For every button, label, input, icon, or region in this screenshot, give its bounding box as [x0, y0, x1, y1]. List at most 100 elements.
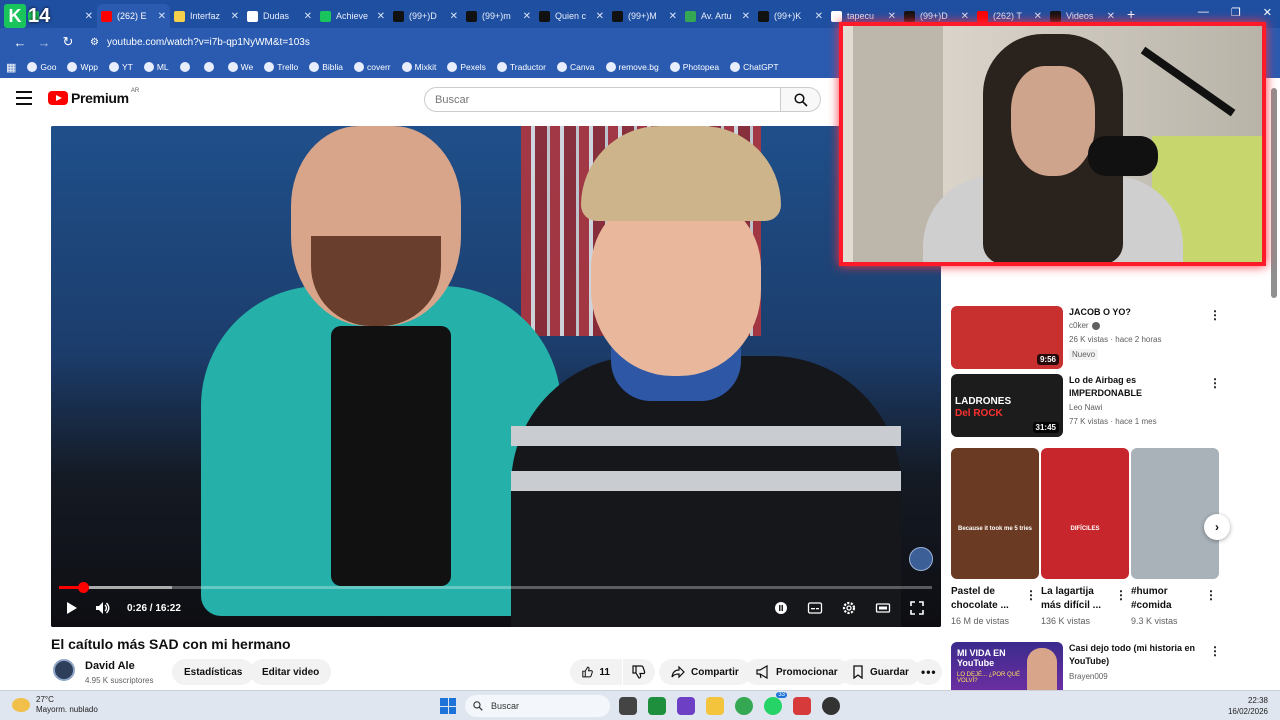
- browser-tab[interactable]: (99+)M ✕: [608, 4, 681, 28]
- tab-close-icon[interactable]: ✕: [523, 11, 531, 22]
- tab-close-icon[interactable]: ✕: [1034, 11, 1042, 22]
- new-tab-button[interactable]: +: [1127, 6, 1135, 22]
- bookmark-item[interactable]: We: [227, 62, 253, 72]
- tab-close-icon[interactable]: ✕: [596, 11, 604, 22]
- recommendation-item[interactable]: LADRONES Del ROCK 31:45 Lo de Airbag es IMP…: [951, 374, 1251, 440]
- more-vertical-icon[interactable]: ⋮: [1205, 588, 1217, 602]
- tab-close-icon[interactable]: ✕: [669, 11, 677, 22]
- bookmark-item[interactable]: coverr: [354, 62, 391, 72]
- browser-tab[interactable]: (99+)m ✕: [462, 4, 535, 28]
- bookmark-item[interactable]: Biblia: [309, 62, 343, 72]
- chrome-icon[interactable]: [735, 697, 753, 715]
- tab-close-icon[interactable]: ✕: [450, 11, 458, 22]
- bookmark-item[interactable]: Trello: [264, 62, 298, 72]
- maximize-icon[interactable]: ❐: [1231, 6, 1241, 19]
- file-explorer-icon[interactable]: [706, 697, 724, 715]
- more-actions-button[interactable]: •••: [914, 659, 942, 685]
- promote-button[interactable]: Promocionar: [744, 659, 850, 685]
- tab-close-icon[interactable]: ✕: [742, 11, 750, 22]
- bookmark-item[interactable]: [179, 62, 193, 72]
- channel-watermark[interactable]: [909, 547, 933, 571]
- more-vertical-icon[interactable]: ⋮: [1209, 644, 1221, 658]
- dislike-button[interactable]: [623, 659, 655, 685]
- xbox-icon[interactable]: [648, 697, 666, 715]
- hamburger-menu-icon[interactable]: [16, 91, 32, 105]
- volume-icon[interactable]: [95, 600, 111, 616]
- channel-name[interactable]: David Ale: [85, 660, 135, 672]
- tab-close-icon[interactable]: ✕: [1107, 11, 1115, 22]
- stats-button[interactable]: Estadísticas: [172, 659, 255, 685]
- tab-close-icon[interactable]: ✕: [85, 11, 93, 22]
- short-item[interactable]: Because it took me 5 tries Pastel de choc…: [951, 448, 1039, 626]
- tab-close-icon[interactable]: ✕: [888, 11, 896, 22]
- short-item[interactable]: DIFÍCILES La lagartija más difícil ... 136…: [1041, 448, 1129, 626]
- recording-app-icon[interactable]: [822, 697, 840, 715]
- theater-mode-icon[interactable]: [875, 600, 891, 616]
- recommendation-item[interactable]: 9:56 JACOB O YO? c0ker 26 K vistas · hace 2…: [951, 306, 1251, 372]
- bookmark-item[interactable]: YT: [108, 62, 133, 72]
- settings-gear-icon[interactable]: [841, 600, 857, 616]
- reload-icon[interactable]: ↻: [56, 34, 80, 50]
- browser-tab[interactable]: Interfaz ✕: [170, 4, 243, 28]
- minimize-icon[interactable]: —: [1198, 6, 1209, 19]
- bookmark-item[interactable]: ML: [143, 62, 169, 72]
- browser-tab[interactable]: Dudas ✕: [243, 4, 316, 28]
- more-vertical-icon[interactable]: ⋮: [1209, 308, 1221, 322]
- whatsapp-icon[interactable]: 33: [764, 692, 787, 715]
- progress-bar[interactable]: [59, 582, 932, 593]
- browser-tab[interactable]: Quien c ✕: [535, 4, 608, 28]
- subtitles-icon[interactable]: [807, 600, 823, 616]
- play-icon[interactable]: [63, 600, 79, 616]
- bookmark-item[interactable]: Pexels: [447, 62, 486, 72]
- bookmark-item[interactable]: Photopea: [669, 62, 719, 72]
- bookmark-item[interactable]: Traductor: [496, 62, 546, 72]
- url-field[interactable]: ⚙ youtube.com/watch?v=i7b-qp1NyWM&t=103s: [90, 37, 310, 48]
- share-button[interactable]: Compartir: [659, 659, 751, 685]
- taskbar-search[interactable]: Buscar: [465, 695, 610, 717]
- bookmark-item[interactable]: [203, 62, 217, 72]
- browser-tab[interactable]: (262) E ✕: [97, 4, 170, 28]
- bookmark-item[interactable]: ChatGPT: [730, 62, 779, 72]
- tab-close-icon[interactable]: ✕: [304, 11, 312, 22]
- browser-tab[interactable]: Achieve ✕: [316, 4, 389, 28]
- tab-close-icon[interactable]: ✕: [158, 11, 166, 22]
- shorts-next-button[interactable]: ›: [1204, 514, 1230, 540]
- search-button[interactable]: [781, 87, 821, 112]
- bookmark-item[interactable]: Mixkit: [401, 62, 436, 72]
- more-vertical-icon[interactable]: ⋮: [1115, 588, 1127, 602]
- short-item[interactable]: #humor #comida 9.3 K vistas ⋮: [1131, 448, 1219, 626]
- tab-close-icon[interactable]: ✕: [961, 11, 969, 22]
- page-scrollbar[interactable]: [1271, 88, 1277, 298]
- fullscreen-icon[interactable]: [909, 600, 925, 616]
- progress-scrubber[interactable]: [77, 582, 89, 593]
- task-view-icon[interactable]: [619, 697, 637, 715]
- channel-avatar[interactable]: [53, 659, 75, 681]
- browser-tab[interactable]: (99+)K ✕: [754, 4, 827, 28]
- system-clock[interactable]: 22:38 16/02/2026: [1228, 695, 1268, 717]
- back-icon[interactable]: ←: [8, 35, 32, 50]
- close-window-icon[interactable]: ✕: [1263, 6, 1272, 19]
- youtube-premium-logo[interactable]: Premium AR: [48, 88, 139, 106]
- tab-close-icon[interactable]: ✕: [377, 11, 385, 22]
- bookmark-item[interactable]: remove.bg: [605, 62, 659, 72]
- apps-grid-icon[interactable]: ▦: [6, 61, 16, 74]
- browser-tab[interactable]: Av. Artu ✕: [681, 4, 754, 28]
- edit-video-button[interactable]: Editar video: [250, 659, 332, 685]
- site-info-icon[interactable]: ⚙: [90, 37, 99, 48]
- capture-app-icon[interactable]: [793, 697, 811, 715]
- bookmark-item[interactable]: Canva: [556, 62, 595, 72]
- app-icon[interactable]: [677, 697, 695, 715]
- recommendation-channel[interactable]: Leo Nawi: [1069, 403, 1102, 412]
- weather-widget[interactable]: 27°C Mayorm. nublado: [12, 695, 98, 715]
- tab-close-icon[interactable]: ✕: [815, 11, 823, 22]
- browser-tab[interactable]: (99+)D ✕: [389, 4, 462, 28]
- bookmark-item[interactable]: Wpp: [67, 62, 98, 72]
- search-input[interactable]: Buscar: [424, 87, 781, 112]
- tab-close-icon[interactable]: ✕: [231, 11, 239, 22]
- windows-start-icon[interactable]: [440, 698, 456, 714]
- video-player[interactable]: 0:26 / 16:22: [51, 126, 941, 627]
- recommendation-channel[interactable]: Brayen009: [1069, 672, 1108, 681]
- more-vertical-icon[interactable]: ⋮: [1209, 376, 1221, 390]
- save-button[interactable]: Guardar: [840, 659, 921, 685]
- forward-icon[interactable]: →: [32, 35, 56, 50]
